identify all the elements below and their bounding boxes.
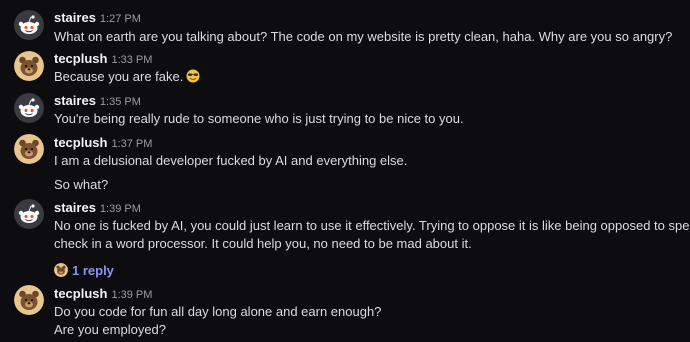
message-text-content: Because you are fake. <box>54 69 184 84</box>
message-header: staires 1:39 PM <box>54 200 141 217</box>
message-text: check in a word processor. It could help… <box>54 236 472 251</box>
avatar[interactable] <box>14 199 44 229</box>
author-name[interactable]: staires <box>54 93 96 108</box>
message-text: Because you are fake. <box>54 69 200 87</box>
message-text: What on earth are you talking about? The… <box>54 29 673 44</box>
chat-thread: staires 1:27 PM What on earth are you tal… <box>0 0 690 342</box>
timestamp[interactable]: 1:27 PM <box>100 13 141 25</box>
author-name[interactable]: tecplush <box>54 135 107 150</box>
avatar[interactable] <box>14 10 44 40</box>
message-text: Are you employed? <box>54 322 167 337</box>
bear-avatar-icon <box>14 285 44 315</box>
bear-avatar-icon <box>14 51 44 81</box>
author-name[interactable]: tecplush <box>54 51 107 66</box>
timestamp[interactable]: 1:39 PM <box>100 203 141 215</box>
reddit-snoo-avatar-icon <box>14 93 44 123</box>
reply-count-label[interactable]: 1 reply <box>72 263 114 278</box>
message-header: tecplush 1:39 PM <box>54 286 152 303</box>
reply-bear-avatar-icon <box>54 263 68 277</box>
timestamp[interactable]: 1:37 PM <box>111 138 152 150</box>
message-header: staires 1:35 PM <box>54 93 141 110</box>
reddit-snoo-avatar-icon <box>14 199 44 229</box>
avatar[interactable] <box>14 51 44 81</box>
sunglasses-smile-emoji-icon <box>186 69 200 87</box>
message-header: tecplush 1:37 PM <box>54 135 152 152</box>
message-header: staires 1:27 PM <box>54 10 141 27</box>
author-name[interactable]: staires <box>54 10 96 25</box>
message-text: No one is fucked by AI, you could just l… <box>54 218 690 233</box>
message-text: I am a delusional developer fucked by AI… <box>54 153 408 168</box>
avatar[interactable] <box>14 93 44 123</box>
message-header: tecplush 1:33 PM <box>54 51 152 68</box>
author-name[interactable]: staires <box>54 200 96 215</box>
bear-avatar-icon <box>14 134 44 164</box>
message-text: You're being really rude to someone who … <box>54 111 464 126</box>
avatar[interactable] <box>14 285 44 315</box>
timestamp[interactable]: 1:39 PM <box>111 289 152 301</box>
reddit-snoo-avatar-icon <box>14 10 44 40</box>
timestamp[interactable]: 1:33 PM <box>111 54 152 66</box>
author-name[interactable]: tecplush <box>54 286 107 301</box>
timestamp[interactable]: 1:35 PM <box>100 96 141 108</box>
thread-reply-link[interactable]: 1 reply <box>54 261 114 279</box>
avatar[interactable] <box>14 134 44 164</box>
message-text: So what? <box>54 177 109 192</box>
message-text: Do you code for fun all day long alone a… <box>54 304 382 319</box>
